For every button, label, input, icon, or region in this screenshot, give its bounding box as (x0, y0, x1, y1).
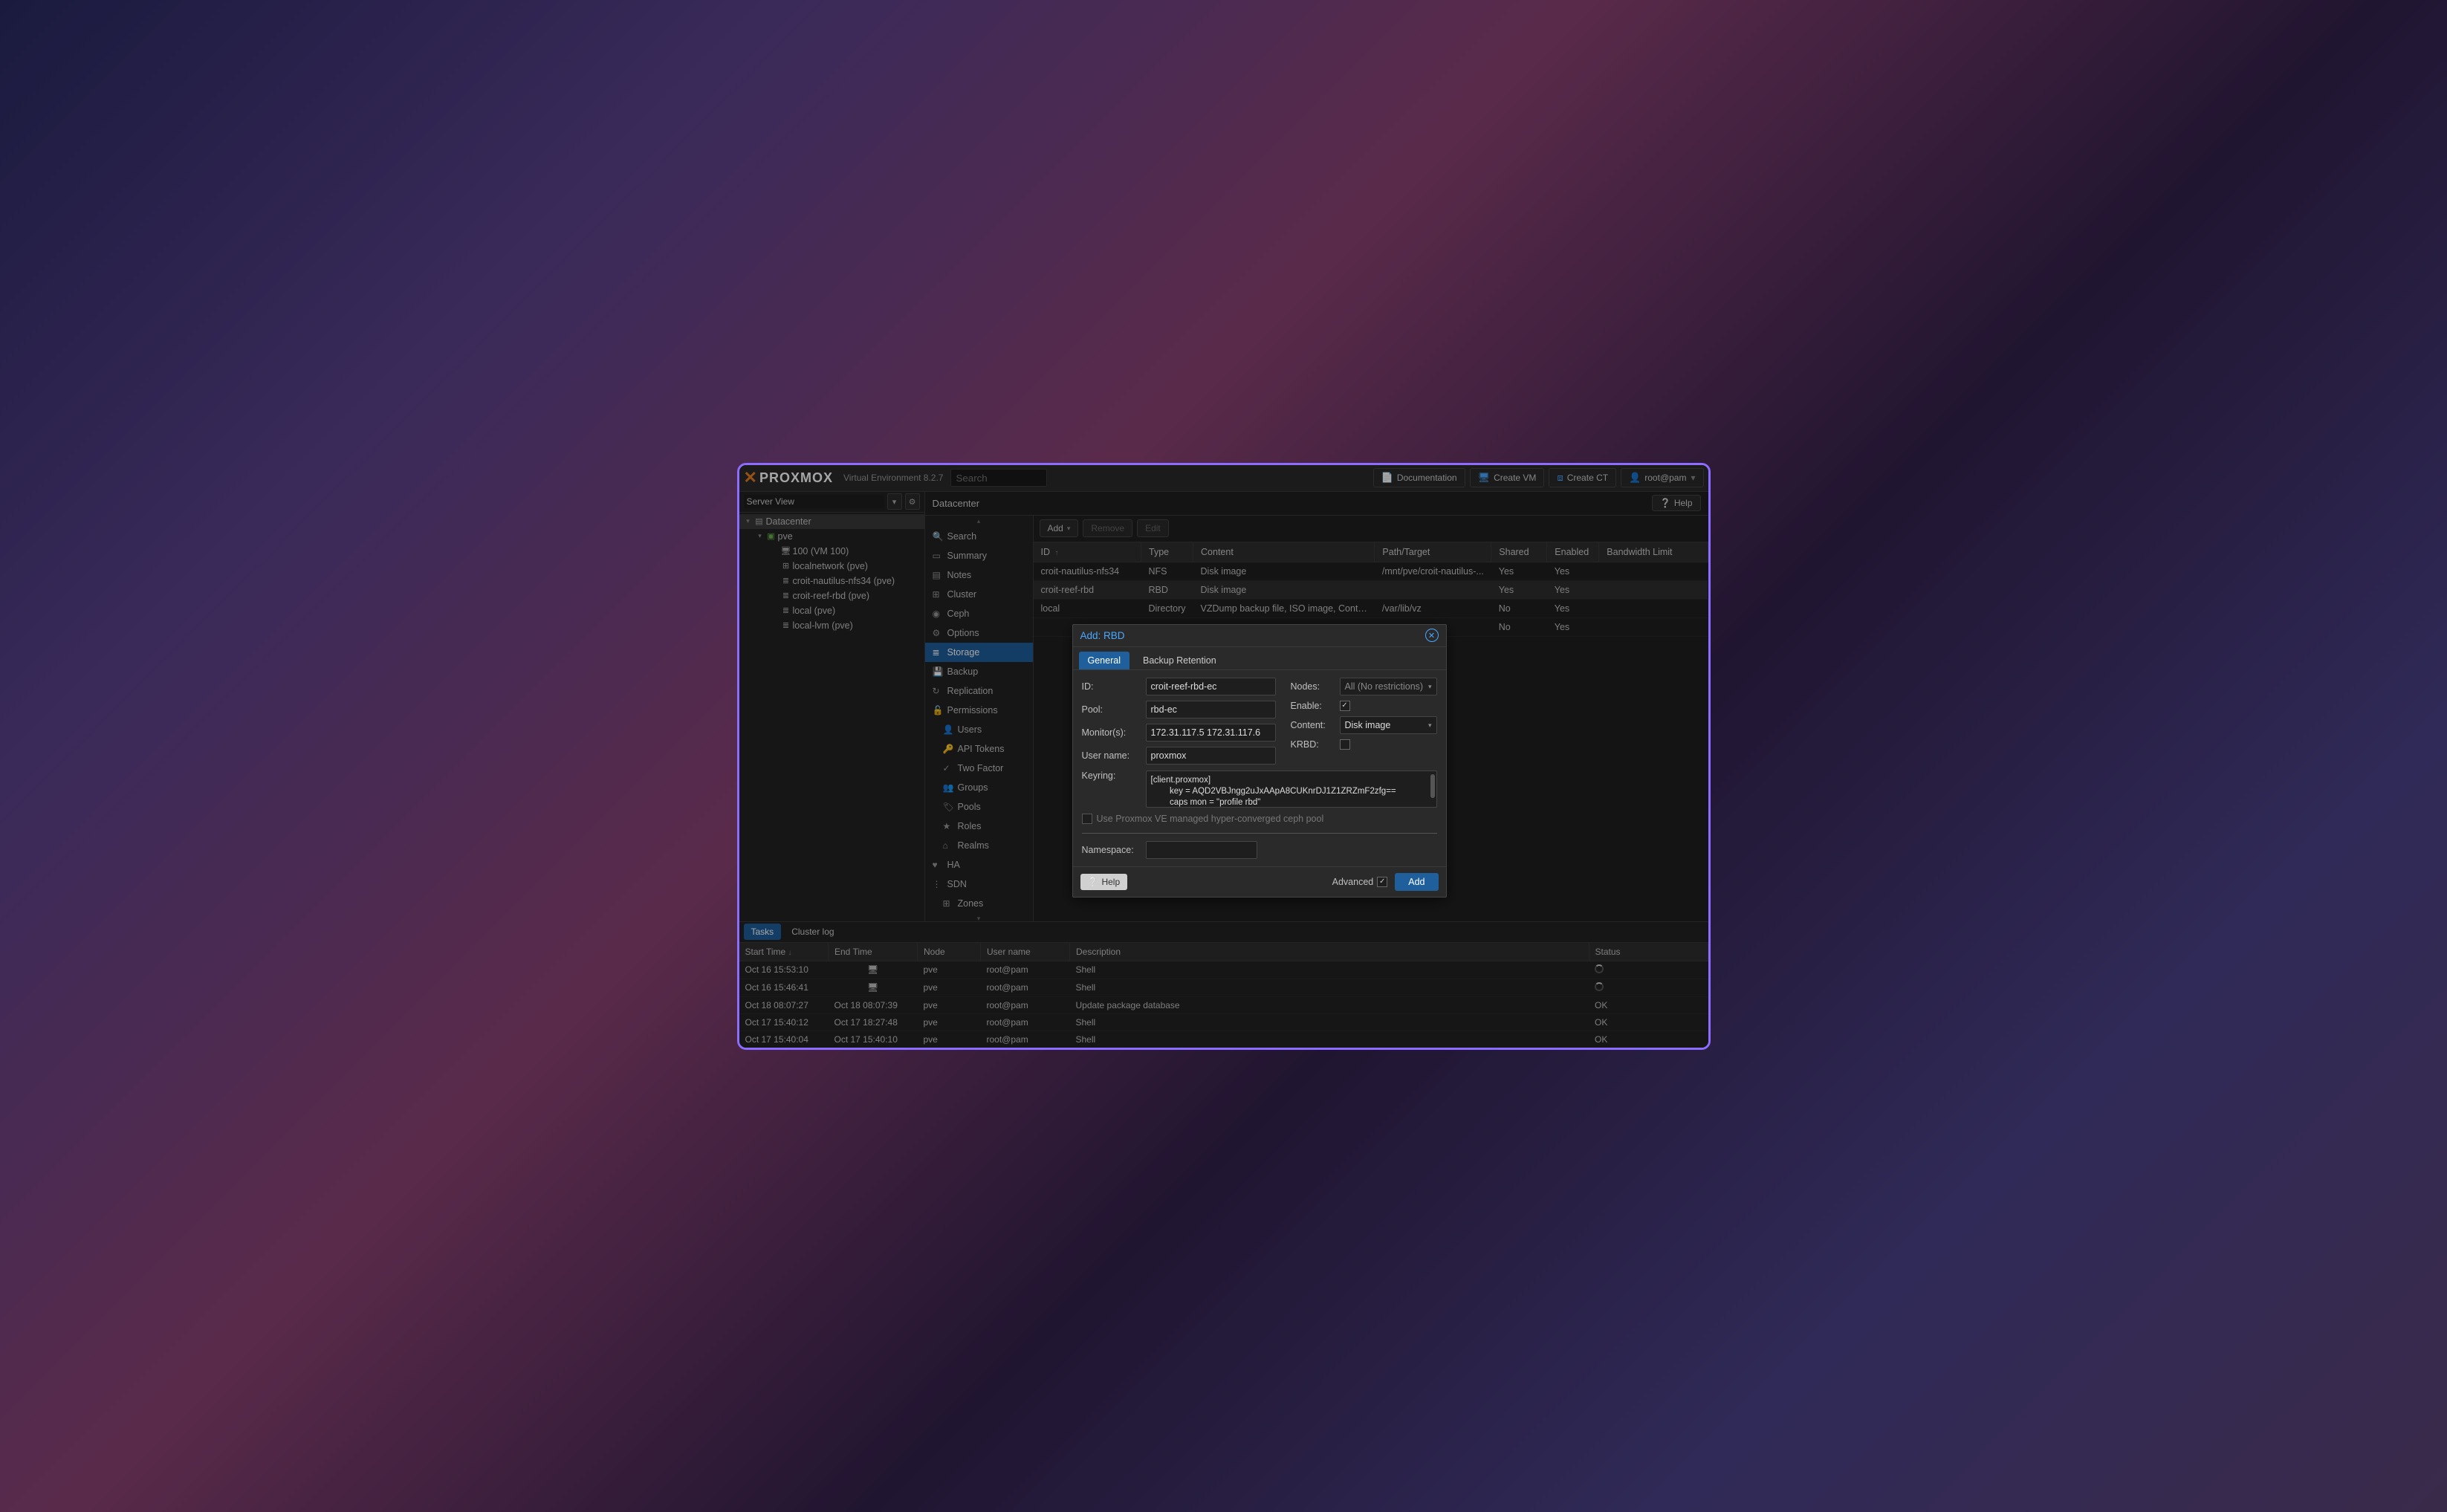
pool-label: Pool: (1082, 704, 1146, 715)
advanced-label: Advanced (1332, 877, 1374, 887)
dialog-tabs: General Backup Retention (1073, 647, 1446, 670)
chevron-down-icon: ▾ (1428, 683, 1432, 691)
keyring-textarea[interactable]: [client.proxmox] key = AQD2VBJngg2uJxAAp… (1146, 770, 1437, 808)
krbd-label: KRBD: (1291, 739, 1340, 750)
dialog-header: Add: RBD ✕ (1073, 625, 1446, 647)
namespace-field[interactable] (1146, 841, 1257, 859)
tab-general[interactable]: General (1079, 652, 1129, 669)
app-window: ✕ PROXMOX Virtual Environment 8.2.7 📄 Do… (737, 463, 1711, 1050)
chevron-down-icon: ▾ (1428, 721, 1432, 730)
enable-checkbox[interactable]: ✓ (1340, 701, 1350, 711)
dialog-footer: ❔ Help Advanced ✓ Add (1073, 866, 1446, 897)
dialog-add-button[interactable]: Add (1395, 873, 1438, 891)
content-select[interactable]: Disk image▾ (1340, 716, 1437, 734)
username-label: User name: (1082, 750, 1146, 761)
id-label: ID: (1082, 681, 1146, 692)
namespace-label: Namespace: (1082, 845, 1146, 855)
dialog-body: ID: Pool: Monitor(s): User name: Nodes: … (1073, 670, 1446, 866)
enable-label: Enable: (1291, 701, 1340, 711)
nodes-label: Nodes: (1291, 681, 1340, 692)
id-field[interactable] (1146, 678, 1276, 695)
help-icon: ❔ (1088, 877, 1099, 887)
monitors-field[interactable] (1146, 724, 1276, 742)
tab-backup-retention[interactable]: Backup Retention (1134, 652, 1225, 669)
scrollbar-thumb[interactable] (1430, 774, 1435, 798)
krbd-checkbox[interactable] (1340, 739, 1350, 750)
managed-pool-label: Use Proxmox VE managed hyper-converged c… (1097, 814, 1324, 824)
keyring-label: Keyring: (1082, 770, 1146, 781)
dialog-title: Add: RBD (1080, 630, 1425, 641)
monitors-label: Monitor(s): (1082, 727, 1146, 738)
managed-checkbox[interactable] (1082, 814, 1092, 824)
divider (1082, 833, 1437, 834)
managed-pool-row: Use Proxmox VE managed hyper-converged c… (1082, 814, 1437, 824)
content-label: Content: (1291, 720, 1340, 730)
username-field[interactable] (1146, 747, 1276, 765)
dialog-help-button[interactable]: ❔ Help (1080, 874, 1128, 890)
advanced-checkbox[interactable]: ✓ (1377, 877, 1387, 887)
nodes-select[interactable]: All (No restrictions)▾ (1340, 678, 1437, 695)
close-icon[interactable]: ✕ (1425, 629, 1439, 642)
pool-field[interactable] (1146, 701, 1276, 718)
add-rbd-dialog: Add: RBD ✕ General Backup Retention ID: … (1072, 624, 1447, 898)
